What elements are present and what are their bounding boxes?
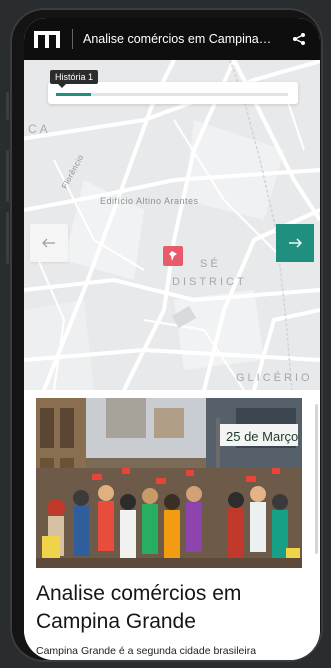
phone-side-button bbox=[6, 212, 9, 264]
storymap-logo-icon[interactable] bbox=[34, 29, 60, 49]
story-panel[interactable]: 25 de Março Analise comércios em Campina… bbox=[24, 390, 320, 660]
location-marker[interactable] bbox=[163, 246, 183, 266]
progress-fill bbox=[56, 93, 91, 96]
map-label-corner: CA bbox=[28, 122, 51, 136]
previous-button[interactable] bbox=[30, 224, 68, 262]
street-sign-text: 25 de Março bbox=[226, 429, 298, 444]
next-button[interactable] bbox=[276, 224, 314, 262]
story-scrollbar[interactable] bbox=[315, 404, 318, 554]
header-divider bbox=[72, 29, 73, 49]
story-photo: 25 de Março bbox=[36, 398, 302, 568]
story-title: Analise comércios em Campina Grande bbox=[36, 582, 242, 633]
map-view[interactable]: CA Florêncio Edifício Altino Arantes SÉ … bbox=[24, 60, 320, 390]
arrow-right-icon bbox=[289, 238, 302, 248]
story-text: Campina Grande é a segunda cidade brasil… bbox=[36, 645, 257, 657]
story-header-title: Analise comércios em Campina Grande bbox=[83, 32, 273, 46]
share-icon[interactable] bbox=[292, 32, 306, 46]
arrow-left-icon bbox=[42, 238, 55, 248]
pin-marker-icon bbox=[169, 251, 177, 261]
phone-side-button bbox=[6, 92, 9, 120]
map-label-building: Edifício Altino Arantes bbox=[100, 196, 199, 206]
app-header: Analise comércios em Campina Grande bbox=[24, 18, 320, 60]
progress-tooltip: História 1 bbox=[50, 70, 99, 88]
phone-side-button bbox=[6, 150, 9, 202]
progress-track bbox=[56, 93, 288, 96]
app-screen: Analise comércios em Campina Grande bbox=[24, 18, 320, 660]
map-label-district-line1: SÉ bbox=[200, 258, 221, 270]
map-label-neighborhood: GLICÉRIO bbox=[236, 372, 313, 384]
story-progress-bar[interactable] bbox=[48, 82, 298, 104]
map-label-district-line2: DISTRICT bbox=[172, 276, 247, 288]
